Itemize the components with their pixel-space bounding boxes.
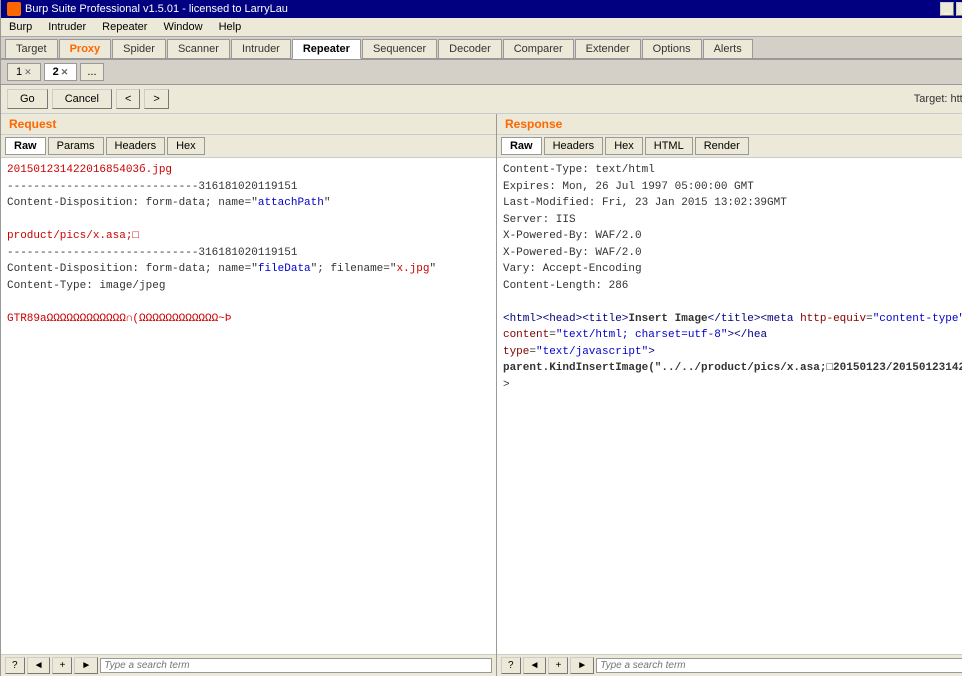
response-panel-tabs: Raw Headers Hex HTML Render	[497, 135, 962, 158]
tab-extender[interactable]: Extender	[575, 39, 641, 58]
request-tab-params[interactable]: Params	[48, 137, 104, 155]
request-response-panels: Request Raw Params Headers Hex 201501231…	[1, 114, 962, 676]
tab-repeater[interactable]: Repeater	[292, 39, 361, 59]
minimize-button[interactable]: _	[940, 2, 954, 16]
request-line-7: Content-Disposition: form-data; name="fi…	[7, 261, 490, 278]
response-line-11: type="text/javascript">	[503, 344, 962, 361]
response-tab-html[interactable]: HTML	[645, 137, 693, 155]
request-line-6: -----------------------------31618102011…	[7, 245, 490, 262]
request-panel-title: Request	[1, 114, 496, 135]
request-search-question[interactable]: ?	[5, 657, 25, 674]
forward-arrow[interactable]: >	[144, 89, 168, 109]
response-search-next[interactable]: ►	[570, 657, 594, 674]
response-tab-headers[interactable]: Headers	[544, 137, 604, 155]
request-line-4	[7, 212, 490, 229]
tab-target[interactable]: Target	[5, 39, 58, 58]
repeater-toolbar: Go Cancel < > Target: http://w	[1, 85, 962, 114]
response-tab-raw[interactable]: Raw	[501, 137, 542, 155]
request-tab-hex[interactable]: Hex	[167, 137, 205, 155]
main-tab-bar: Target Proxy Spider Scanner Intruder Rep…	[1, 37, 962, 60]
request-line-1: 20150123142201685403б.jpg	[7, 162, 490, 179]
response-search-input[interactable]	[596, 658, 962, 673]
response-search-question[interactable]: ?	[501, 657, 521, 674]
content-area: 1 ✕ 2 ✕ ... Go Cancel < > Target: http:/…	[1, 60, 962, 676]
request-search-input[interactable]	[100, 658, 492, 673]
menu-help[interactable]: Help	[215, 20, 246, 34]
burp-icon	[7, 2, 21, 16]
response-line-3: Last-Modified: Fri, 23 Jan 2015 13:02:39…	[503, 195, 962, 212]
request-line-2: -----------------------------31618102011…	[7, 179, 490, 196]
menu-burp[interactable]: Burp	[5, 20, 36, 34]
tab-comparer[interactable]: Comparer	[503, 39, 574, 58]
response-tab-hex[interactable]: Hex	[605, 137, 643, 155]
request-line-9	[7, 294, 490, 311]
response-line-6: X-Powered-By: WAF/2.0	[503, 245, 962, 262]
tab1-close[interactable]: ✕	[24, 67, 32, 78]
tab-sequencer[interactable]: Sequencer	[362, 39, 437, 58]
request-tab-headers[interactable]: Headers	[106, 137, 166, 155]
response-line-12: parent.KindInsertImage("../../product/pi…	[503, 360, 962, 377]
repeater-tab-1[interactable]: 1 ✕	[7, 63, 41, 81]
tab2-close[interactable]: ✕	[61, 67, 69, 78]
tab-alerts[interactable]: Alerts	[703, 39, 753, 58]
maximize-button[interactable]: □	[956, 2, 962, 16]
request-search-prev[interactable]: ◄	[27, 657, 51, 674]
tab-scanner[interactable]: Scanner	[167, 39, 230, 58]
request-panel-tabs: Raw Params Headers Hex	[1, 135, 496, 158]
response-panel-content[interactable]: Content-Type: text/html Expires: Mon, 26…	[497, 158, 962, 654]
request-line-3: Content-Disposition: form-data; name="at…	[7, 195, 490, 212]
tab-intruder[interactable]: Intruder	[231, 39, 291, 58]
burp-title: Burp Suite Professional v1.5.01 - licens…	[25, 3, 288, 15]
response-line-2: Expires: Mon, 26 Jul 1997 05:00:00 GMT	[503, 179, 962, 196]
tab-decoder[interactable]: Decoder	[438, 39, 502, 58]
tab-options[interactable]: Options	[642, 39, 702, 58]
request-panel-content[interactable]: 20150123142201685403б.jpg --------------…	[1, 158, 496, 654]
request-tab-raw[interactable]: Raw	[5, 137, 46, 155]
menu-window[interactable]: Window	[159, 20, 206, 34]
request-search-next[interactable]: ►	[74, 657, 98, 674]
response-panel-title: Response	[497, 114, 962, 135]
request-line-8: Content-Type: image/jpeg	[7, 278, 490, 295]
title-bar-left: Burp Suite Professional v1.5.01 - licens…	[7, 2, 288, 16]
back-arrow[interactable]: <	[116, 89, 140, 109]
request-panel: Request Raw Params Headers Hex 201501231…	[1, 114, 497, 676]
menu-repeater[interactable]: Repeater	[98, 20, 151, 34]
burp-main: Burp Suite Professional v1.5.01 - licens…	[1, 0, 962, 676]
response-line-5: X-Powered-By: WAF/2.0	[503, 228, 962, 245]
menu-intruder[interactable]: Intruder	[44, 20, 90, 34]
response-search-prev[interactable]: ◄	[523, 657, 547, 674]
response-line-1: Content-Type: text/html	[503, 162, 962, 179]
tab-spider[interactable]: Spider	[112, 39, 166, 58]
burp-menu-bar: Burp Intruder Repeater Window Help	[1, 18, 962, 37]
repeater-tab-more[interactable]: ...	[80, 63, 103, 81]
request-search-bar: ? ◄ + ►	[1, 654, 496, 676]
request-search-next-plus[interactable]: +	[52, 657, 72, 674]
response-search-next-plus[interactable]: +	[548, 657, 568, 674]
response-line-4: Server: IIS	[503, 212, 962, 229]
cancel-button[interactable]: Cancel	[52, 89, 112, 109]
response-line-10: <html><head><title>Insert Image</title><…	[503, 311, 962, 344]
response-line-9	[503, 294, 962, 311]
response-line-13: >	[503, 377, 962, 394]
response-search-bar: ? ◄ + ►	[497, 654, 962, 676]
window-controls: _ □ ✕	[940, 2, 962, 16]
response-panel: Response Raw Headers Hex HTML Render Con…	[497, 114, 962, 676]
repeater-tab-bar: 1 ✕ 2 ✕ ...	[1, 60, 962, 85]
response-line-7: Vary: Accept-Encoding	[503, 261, 962, 278]
request-line-10: GTR89aΩΩΩΩΩΩΩΩΩΩΩΩ∩(ΩΩΩΩΩΩΩΩΩΩΩΩ~Þ	[7, 311, 490, 328]
request-line-5: product/pics/x.asa;□	[7, 228, 490, 245]
repeater-tab-2[interactable]: 2 ✕	[44, 63, 78, 81]
go-button[interactable]: Go	[7, 89, 48, 109]
tab-proxy[interactable]: Proxy	[59, 39, 112, 58]
target-label: Target: http://w	[914, 93, 962, 105]
response-line-8: Content-Length: 286	[503, 278, 962, 295]
response-tab-render[interactable]: Render	[695, 137, 749, 155]
burp-title-bar: Burp Suite Professional v1.5.01 - licens…	[1, 0, 962, 18]
